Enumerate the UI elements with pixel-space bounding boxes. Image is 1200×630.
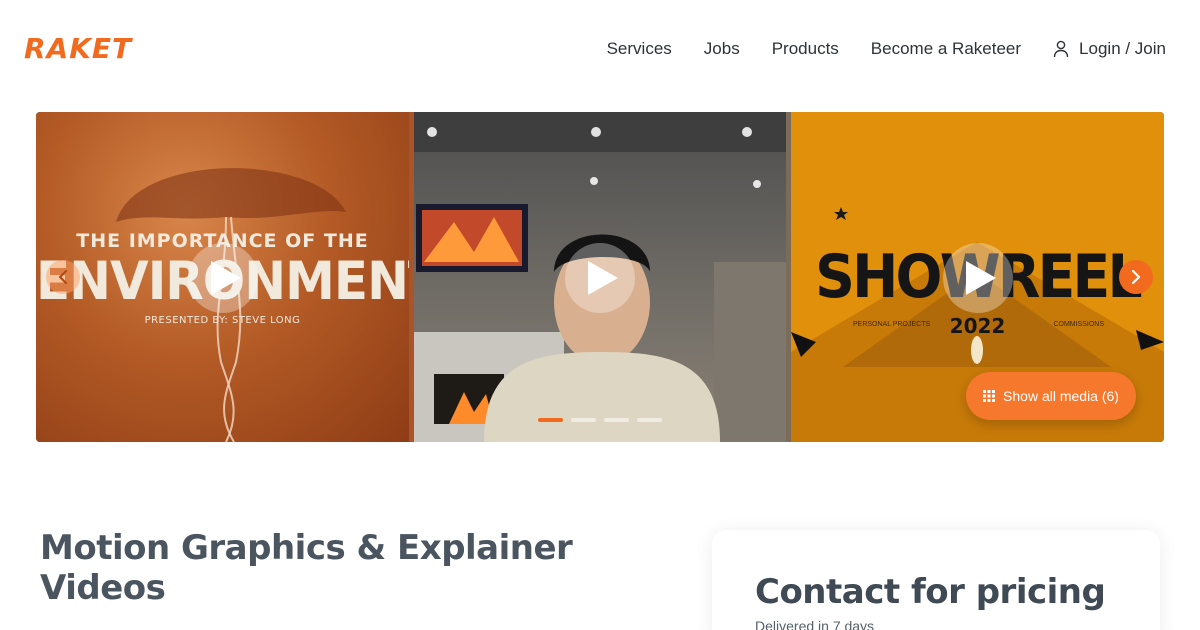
carousel-dots	[538, 418, 662, 422]
carousel-dot[interactable]	[571, 418, 596, 422]
login-join-link[interactable]: Login / Join	[1053, 38, 1166, 60]
carousel-dot[interactable]	[604, 418, 629, 422]
service-title: Motion Graphics & Explainer Videos	[40, 528, 573, 608]
site-header: RAKET Services Jobs Products Become a Ra…	[0, 0, 1200, 100]
user-icon	[1053, 40, 1069, 58]
carousel-next-button[interactable]	[1119, 260, 1153, 294]
pricing-card: Contact for pricing Delivered in 7 days	[712, 530, 1160, 630]
pricing-title: Contact for pricing	[755, 572, 1106, 612]
slide-3-year: 2022	[949, 314, 1006, 338]
main-nav: Services Jobs Products Become a Raketeer…	[607, 38, 1166, 60]
show-all-media-label: Show all media (6)	[1003, 388, 1119, 404]
slide-3-left-caption: PERSONAL PROJECTS	[853, 321, 931, 328]
media-slide-1[interactable]: THE IMPORTANCE OF THE ENVIRONMENT PRESEN…	[36, 112, 409, 442]
chevron-right-icon	[1131, 269, 1141, 285]
carousel-dot[interactable]	[637, 418, 662, 422]
media-carousel: THE IMPORTANCE OF THE ENVIRONMENT PRESEN…	[36, 112, 1164, 442]
show-all-media-button[interactable]: Show all media (6)	[966, 372, 1136, 420]
play-button-2[interactable]	[565, 243, 635, 313]
chevron-left-icon	[58, 269, 68, 285]
media-slide-2[interactable]	[414, 112, 786, 442]
play-icon	[211, 261, 241, 295]
nav-jobs[interactable]: Jobs	[704, 38, 740, 60]
delivery-time: Delivered in 7 days	[755, 618, 875, 630]
grid-icon	[983, 390, 996, 402]
play-button-3[interactable]	[943, 243, 1013, 313]
nav-products[interactable]: Products	[772, 38, 839, 60]
slide-3-right-caption: COMMISSIONS	[1053, 321, 1104, 328]
play-icon	[588, 261, 618, 295]
play-icon	[966, 261, 996, 295]
raket-logo[interactable]: RAKET	[24, 33, 132, 65]
slide-1-byline: PRESENTED BY: STEVE LONG	[144, 315, 301, 326]
play-button-1[interactable]	[188, 243, 258, 313]
nav-services[interactable]: Services	[607, 38, 672, 60]
login-join-label: Login / Join	[1079, 39, 1166, 58]
carousel-prev-button[interactable]	[46, 260, 80, 294]
nav-become-raketeer[interactable]: Become a Raketeer	[871, 38, 1021, 60]
carousel-dot[interactable]	[538, 418, 563, 422]
